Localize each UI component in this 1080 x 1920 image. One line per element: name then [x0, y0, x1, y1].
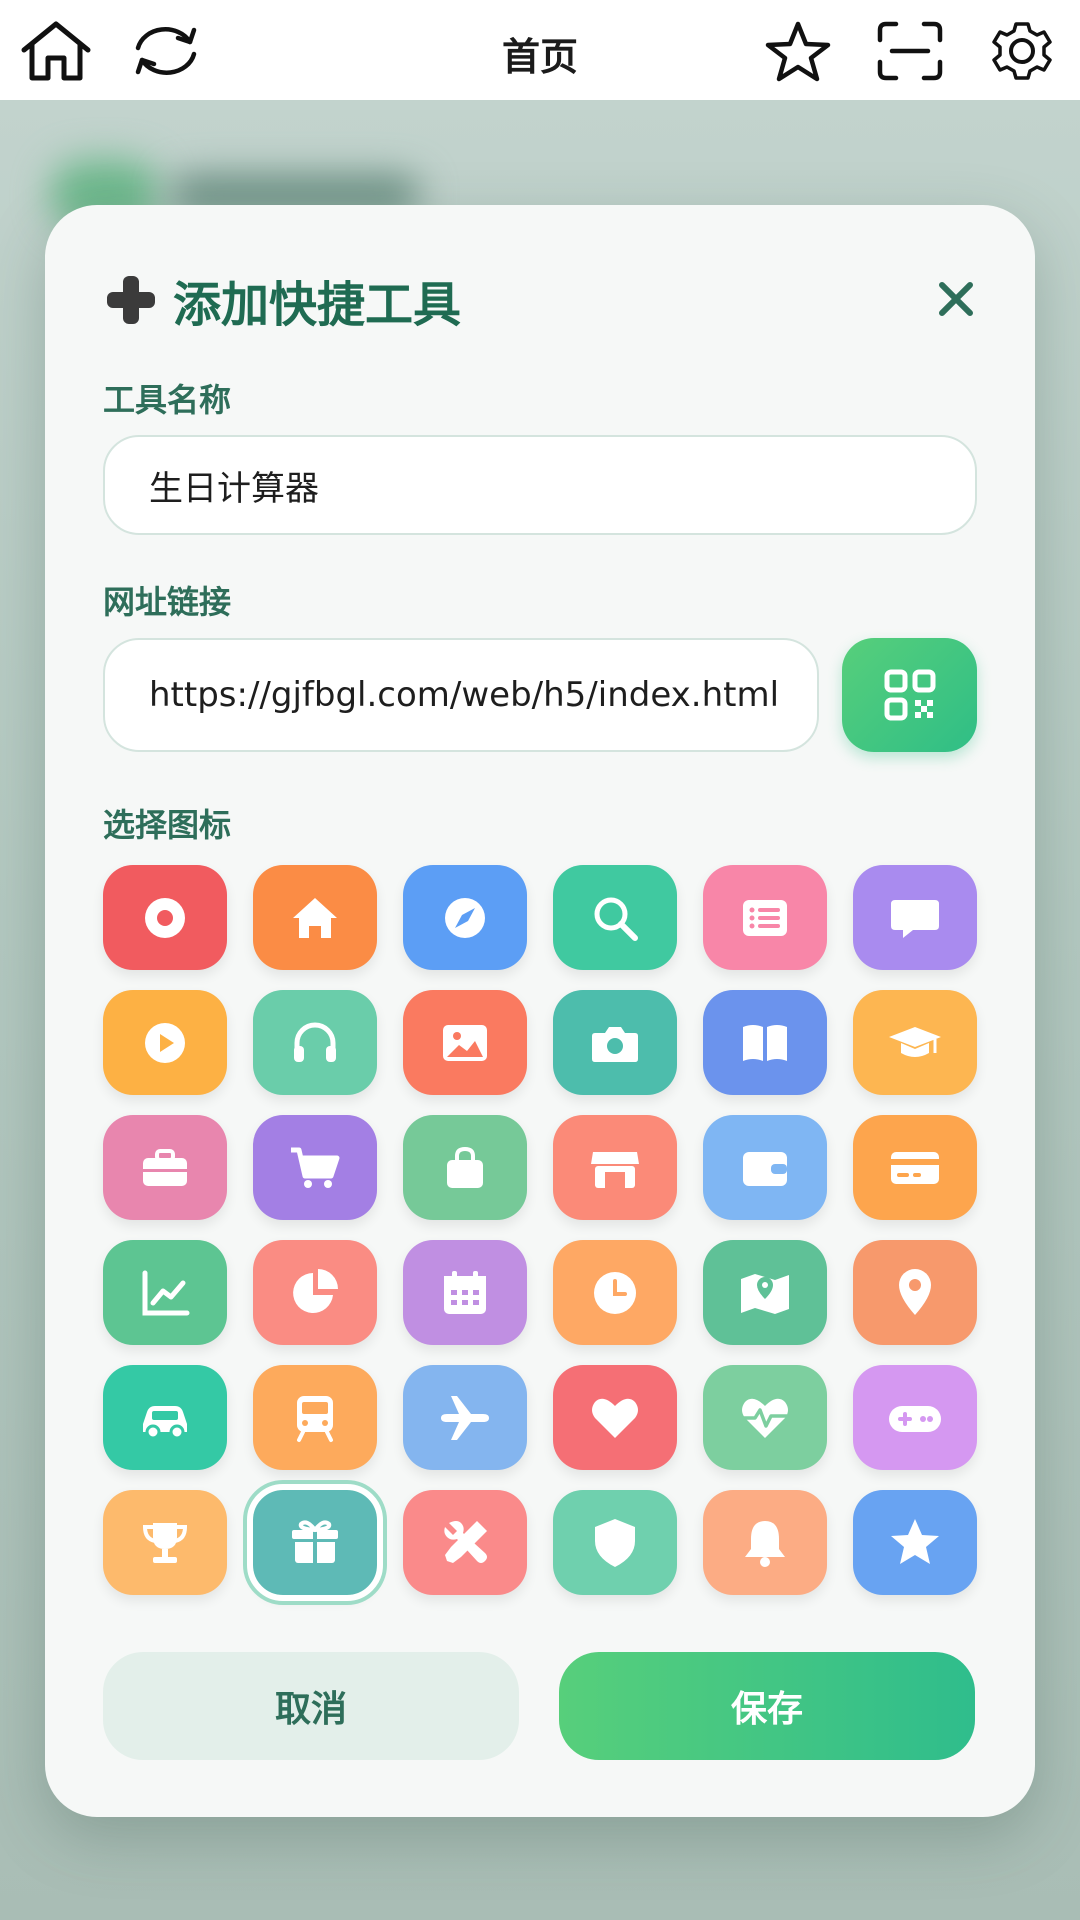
- icon-option-location-pin[interactable]: [853, 1240, 977, 1345]
- compass-icon: [445, 897, 485, 938]
- book-icon: [743, 1024, 787, 1061]
- clock-icon: [594, 1271, 636, 1314]
- car-icon: [143, 1405, 187, 1439]
- qr-scan-button[interactable]: [842, 638, 977, 752]
- icon-option-bus[interactable]: [253, 1365, 377, 1470]
- icon-option-car[interactable]: [103, 1365, 227, 1470]
- gift-icon: [292, 1520, 338, 1563]
- icon-option-chat[interactable]: [853, 865, 977, 970]
- icon-option-chart-line[interactable]: [103, 1240, 227, 1345]
- dialog-title-text: 添加快捷工具: [173, 277, 462, 333]
- tool-name-label: 工具名称: [103, 381, 232, 419]
- icon-option-home[interactable]: [253, 865, 377, 970]
- icon-option-tools[interactable]: [403, 1490, 527, 1595]
- icon-option-shield[interactable]: [553, 1490, 677, 1595]
- icon-option-graduation-cap[interactable]: [853, 990, 977, 1095]
- credit-card-icon: [891, 1151, 939, 1184]
- icon-option-cart[interactable]: [253, 1115, 377, 1220]
- tools-icon: [444, 1520, 487, 1563]
- icon-option-headphones[interactable]: [253, 990, 377, 1095]
- icon-option-list[interactable]: [703, 865, 827, 970]
- camera-icon: [592, 1026, 638, 1062]
- plus-icon: [103, 272, 159, 328]
- icon-picker-label: 选择图标: [103, 806, 232, 844]
- icon-option-map[interactable]: [703, 1240, 827, 1345]
- play-icon: [145, 1022, 185, 1063]
- graduation-cap-icon: [889, 1026, 941, 1057]
- icon-option-image[interactable]: [403, 990, 527, 1095]
- chat-icon: [891, 899, 939, 938]
- trophy-icon: [142, 1522, 188, 1563]
- briefcase-icon: [143, 1148, 187, 1186]
- icon-option-star[interactable]: [853, 1490, 977, 1595]
- star-outline-icon[interactable]: [760, 18, 836, 84]
- close-button[interactable]: [930, 273, 982, 325]
- search-icon: [594, 897, 638, 941]
- url-label: 网址链接: [103, 583, 232, 621]
- icon-option-book[interactable]: [703, 990, 827, 1095]
- add-tool-dialog: 添加快捷工具 工具名称 生日计算器 网址链接 https://gjfbgl.co…: [45, 205, 1035, 1817]
- image-icon: [443, 1024, 487, 1061]
- icon-option-clock[interactable]: [553, 1240, 677, 1345]
- icon-option-search[interactable]: [553, 865, 677, 970]
- bell-icon: [745, 1520, 785, 1567]
- bag-icon: [447, 1146, 483, 1188]
- icon-option-bag[interactable]: [403, 1115, 527, 1220]
- store-icon: [591, 1151, 639, 1188]
- bus-icon: [297, 1395, 333, 1442]
- icon-option-record[interactable]: [103, 865, 227, 970]
- icon-option-heart[interactable]: [553, 1365, 677, 1470]
- heartbeat-icon: [742, 1398, 788, 1438]
- icon-option-play[interactable]: [103, 990, 227, 1095]
- star-icon: [891, 1518, 939, 1564]
- list-icon: [743, 899, 787, 936]
- icon-option-store[interactable]: [553, 1115, 677, 1220]
- icon-picker-grid: [103, 865, 977, 1601]
- icon-option-plane[interactable]: [403, 1365, 527, 1470]
- icon-option-calendar[interactable]: [403, 1240, 527, 1345]
- icon-option-compass[interactable]: [403, 865, 527, 970]
- icon-option-gift[interactable]: [247, 1484, 383, 1601]
- url-input[interactable]: https://gjfbgl.com/web/h5/index.html: [103, 638, 819, 752]
- calendar-icon: [444, 1270, 486, 1314]
- qr-code-icon: [884, 669, 935, 721]
- map-icon: [741, 1273, 789, 1314]
- icon-option-trophy[interactable]: [103, 1490, 227, 1595]
- plane-icon: [441, 1395, 489, 1440]
- record-icon: [145, 897, 185, 938]
- top-bar: 首页: [0, 0, 1080, 100]
- home-icon: [293, 897, 337, 938]
- cart-icon: [291, 1147, 340, 1188]
- chart-line-icon: [142, 1270, 190, 1315]
- scan-icon[interactable]: [872, 18, 948, 84]
- pie-chart-icon: [293, 1268, 338, 1313]
- close-icon: [939, 282, 973, 316]
- location-pin-icon: [899, 1268, 931, 1315]
- icon-option-camera[interactable]: [553, 990, 677, 1095]
- gamepad-icon: [889, 1405, 941, 1432]
- gear-icon[interactable]: [984, 18, 1060, 84]
- icon-option-gamepad[interactable]: [853, 1365, 977, 1470]
- icon-option-briefcase[interactable]: [103, 1115, 227, 1220]
- icon-option-bell[interactable]: [703, 1490, 827, 1595]
- icon-option-heartbeat[interactable]: [703, 1365, 827, 1470]
- wallet-icon: [743, 1151, 787, 1186]
- heart-icon: [592, 1398, 638, 1438]
- tool-name-input[interactable]: 生日计算器: [103, 435, 977, 535]
- icon-option-pie-chart[interactable]: [253, 1240, 377, 1345]
- icon-option-wallet[interactable]: [703, 1115, 827, 1220]
- headphones-icon: [294, 1022, 336, 1062]
- save-button[interactable]: 保存: [559, 1652, 975, 1760]
- cancel-button[interactable]: 取消: [103, 1652, 519, 1760]
- dialog-title: 添加快捷工具: [103, 265, 461, 335]
- shield-icon: [595, 1518, 635, 1567]
- icon-option-credit-card[interactable]: [853, 1115, 977, 1220]
